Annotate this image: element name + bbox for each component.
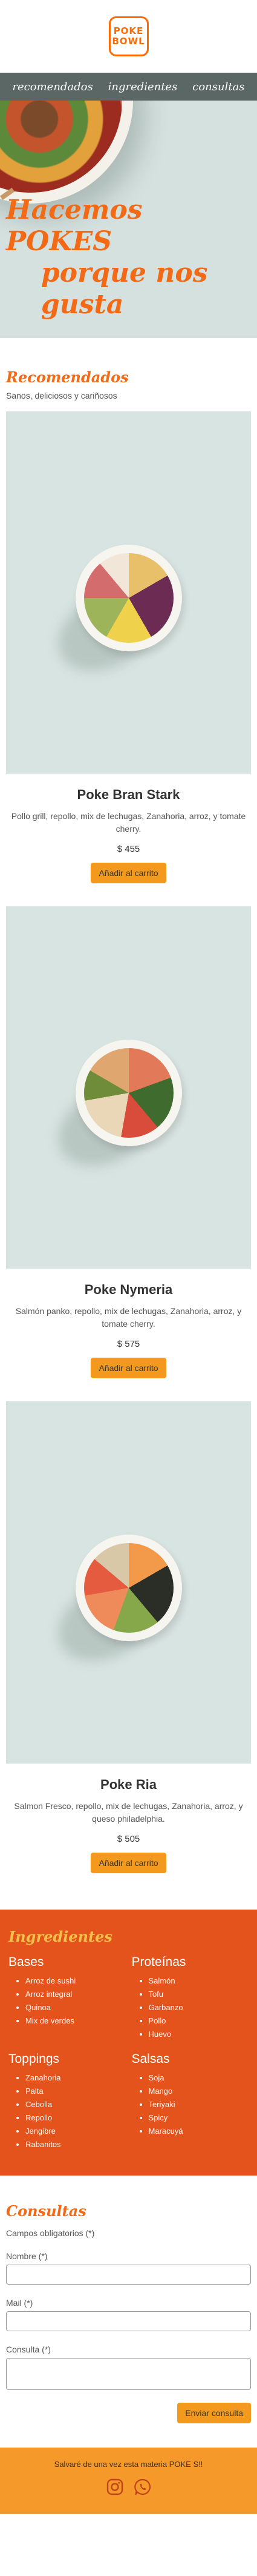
social-links	[0, 2477, 257, 2497]
list-item: Jengibre	[25, 2125, 126, 2138]
contact-title: Consultas	[6, 2202, 86, 2220]
list-item: Mango	[149, 2085, 249, 2098]
list-item: Maracuyá	[149, 2125, 249, 2138]
main-nav: recomendados ingredientes consultas	[0, 73, 257, 101]
ingredient-group-proteinas: Proteínas Salmón Tofu Garbanzo Pollo Hue…	[132, 1955, 249, 2041]
list-item: Arroz integral	[25, 1988, 126, 2001]
ingredient-group-title: Bases	[8, 1955, 44, 1969]
hero-title-line-2: porque nos gusta	[41, 257, 208, 320]
product-description: Salmon Fresco, repollo, mix de lechugas,…	[14, 1801, 243, 1824]
ingredient-group-title: Proteínas	[131, 1955, 186, 1969]
hero-title: Hacemos POKES porque nos gusta	[6, 194, 257, 320]
footer-text: Salvaré de una vez esta materia POKE S!!	[54, 2460, 203, 2469]
ingredient-group-title: Toppings	[8, 2052, 60, 2066]
mail-label: Mail (*)	[6, 2298, 33, 2308]
product-image	[6, 411, 251, 774]
nav-consultas[interactable]: consultas	[192, 81, 244, 93]
list-item: Tofu	[149, 1988, 249, 2001]
ingredient-group-salsas: Salsas Soja Mango Teriyaki Spicy Maracuy…	[132, 2052, 249, 2151]
nav-ingredientes[interactable]: ingredientes	[108, 81, 178, 93]
add-to-cart-button[interactable]: Añadir al carrito	[91, 1358, 166, 1378]
list-item: Spicy	[149, 2111, 249, 2125]
logo[interactable]: POKE BOWL	[108, 16, 149, 56]
name-label: Nombre (*)	[6, 2251, 48, 2261]
email-field[interactable]	[6, 2311, 251, 2331]
product-card: Poke Nymeria Salmón panko, repollo, mix …	[6, 906, 251, 1378]
hero-bowl-image	[0, 101, 133, 204]
product-name: Poke Bran Stark	[77, 787, 180, 802]
query-textarea[interactable]	[6, 2358, 251, 2390]
logo-line-2: BOWL	[112, 36, 145, 47]
list-item: Palta	[25, 2085, 126, 2098]
product-image	[6, 1401, 251, 1764]
product-description: Pollo grill, repollo, mix de lechugas, Z…	[11, 811, 246, 834]
recommended-title: Recomendados	[6, 368, 129, 386]
query-label: Consulta (*)	[6, 2345, 51, 2354]
submit-button[interactable]: Enviar consulta	[177, 2403, 251, 2423]
list-item: Rabanitos	[25, 2138, 126, 2151]
ingredients-title: Ingredientes	[8, 1928, 112, 1945]
hero-title-line-1: Hacemos POKES	[6, 194, 143, 257]
list-item: Teriyaki	[149, 2098, 249, 2111]
required-note: Campos obligatorios (*)	[6, 2228, 95, 2238]
recommended-subtitle: Sanos, deliciosos y cariñosos	[6, 391, 117, 400]
list-item: Cebolla	[25, 2098, 126, 2111]
product-description: Salmón panko, repollo, mix de lechugas, …	[15, 1306, 242, 1329]
add-to-cart-button[interactable]: Añadir al carrito	[91, 1853, 166, 1873]
ingredient-group-title: Salsas	[131, 2052, 170, 2066]
product-price: $ 575	[117, 1339, 140, 1349]
hero-banner: Hacemos POKES porque nos gusta	[0, 101, 257, 338]
ingredients-section: Ingredientes Bases Arroz de sushi Arroz …	[0, 1910, 257, 2176]
product-image	[6, 906, 251, 1269]
whatsapp-icon[interactable]	[133, 2477, 152, 2497]
product-card: Poke Bran Stark Pollo grill, repollo, mi…	[6, 411, 251, 883]
list-item: Mix de verdes	[25, 2014, 126, 2028]
contact-section: Consultas Campos obligatorios (*) Nombre…	[0, 2176, 257, 2448]
ingredient-group-toppings: Toppings Zanahoria Palta Cebolla Repollo…	[8, 2052, 126, 2151]
list-item: Arroz de sushi	[25, 1974, 126, 1988]
logo-line-1: POKE	[113, 25, 144, 36]
list-item: Huevo	[149, 2028, 249, 2041]
name-field[interactable]	[6, 2265, 251, 2285]
list-item: Salmón	[149, 1974, 249, 1988]
list-item: Quinoa	[25, 2001, 126, 2014]
site-footer: Salvaré de una vez esta materia POKE S!!	[0, 2448, 257, 2514]
product-card: Poke Ria Salmon Fresco, repollo, mix de …	[6, 1401, 251, 1873]
list-item: Zanahoria	[25, 2071, 126, 2085]
list-item: Soja	[149, 2071, 249, 2085]
recommended-section: Recomendados Sanos, deliciosos y cariños…	[0, 368, 257, 1873]
instagram-icon[interactable]	[105, 2477, 125, 2497]
list-item: Garbanzo	[149, 2001, 249, 2014]
product-price: $ 455	[117, 844, 140, 854]
product-price: $ 505	[117, 1834, 140, 1844]
product-name: Poke Ria	[100, 1777, 157, 1792]
ingredient-group-bases: Bases Arroz de sushi Arroz integral Quin…	[8, 1955, 126, 2041]
site-header: POKE BOWL	[0, 0, 257, 73]
product-name: Poke Nymeria	[84, 1282, 173, 1297]
list-item: Repollo	[25, 2111, 126, 2125]
add-to-cart-button[interactable]: Añadir al carrito	[91, 863, 166, 883]
nav-recomendados[interactable]: recomendados	[12, 81, 93, 93]
list-item: Pollo	[149, 2014, 249, 2028]
